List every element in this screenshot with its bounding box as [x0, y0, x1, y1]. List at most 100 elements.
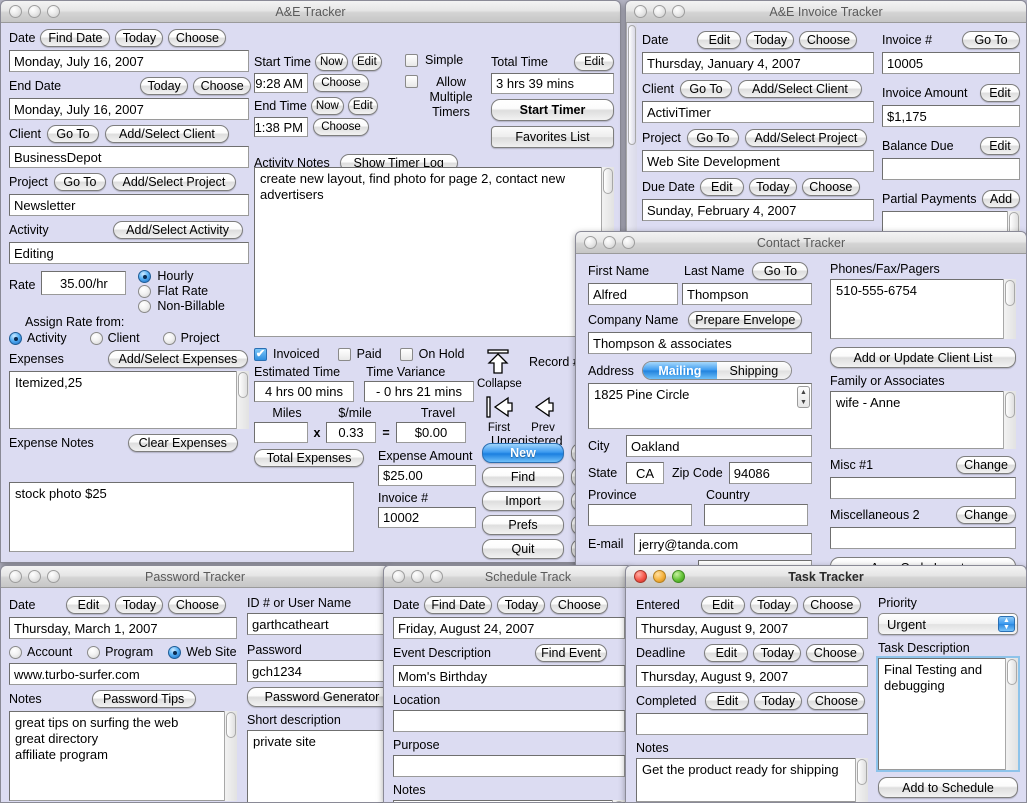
deadline-field[interactable]: Thursday, August 9, 2007 [636, 665, 868, 687]
radio-flat-rate[interactable] [138, 285, 151, 298]
short-description-field[interactable]: private site [247, 730, 390, 803]
invoice-project-goto-button[interactable]: Go To [687, 129, 739, 147]
phones-scrollbar[interactable] [1003, 279, 1016, 339]
window-task-tracker[interactable]: Task Tracker Entered Edit Today Choose T… [625, 565, 1027, 803]
add-update-client-list-button[interactable]: Add or Update Client List [830, 347, 1016, 368]
titlebar-ae-tracker[interactable]: A&E Tracker [1, 1, 620, 23]
quit-button[interactable]: Quit [482, 539, 564, 559]
invoice-project-field[interactable]: Web Site Development [642, 150, 874, 172]
radio-assign-project[interactable] [163, 332, 176, 345]
password-generator-button[interactable]: Password Generator [247, 687, 390, 707]
window-contact-tracker[interactable]: Contact Tracker First Name Last Name Go … [575, 231, 1027, 571]
rate-field[interactable]: 35.00/hr [41, 271, 126, 295]
completed-edit-button[interactable]: Edit [705, 692, 749, 710]
client-field[interactable]: BusinessDepot [9, 146, 249, 168]
phones-field[interactable]: 510-555-6754 [830, 279, 1016, 339]
today-button[interactable]: Today [115, 29, 163, 47]
task-notes-field[interactable]: Get the product ready for shipping [636, 758, 868, 802]
date-field[interactable]: Monday, July 16, 2007 [9, 50, 249, 72]
activity-notes-field[interactable]: create new layout, find photo for page 2… [254, 167, 614, 337]
titlebar-task-tracker[interactable]: Task Tracker [626, 566, 1026, 588]
entered-choose-button[interactable]: Choose [803, 596, 861, 614]
project-field[interactable]: Newsletter [9, 194, 249, 216]
checkbox-allow-multiple-timers[interactable] [405, 75, 418, 88]
choose-button[interactable]: Choose [168, 29, 226, 47]
deadline-choose-button[interactable]: Choose [806, 644, 864, 662]
entered-edit-button[interactable]: Edit [701, 596, 745, 614]
project-goto-button[interactable]: Go To [54, 173, 106, 191]
add-select-project-button[interactable]: Add/Select Project [112, 173, 236, 191]
task-notes-scrollbar[interactable] [855, 758, 868, 802]
checkbox-paid[interactable] [338, 348, 351, 361]
total-time-field[interactable]: 3 hrs 39 mins [491, 73, 614, 94]
family-scrollbar[interactable] [1003, 391, 1016, 449]
total-time-edit-button[interactable]: Edit [574, 53, 614, 71]
scrollbar-thumb[interactable] [226, 712, 236, 738]
family-associates-field[interactable]: wife - Anne [830, 391, 1016, 449]
first-record-arrow-icon[interactable] [484, 394, 514, 420]
add-to-schedule-button[interactable]: Add to Schedule [878, 777, 1018, 798]
due-date-field[interactable]: Sunday, February 4, 2007 [642, 199, 874, 221]
window-schedule-tracker[interactable]: Schedule Track Date Find Date Today Choo… [383, 565, 633, 803]
scrollbar-thumb[interactable] [1005, 392, 1015, 418]
misc1-field[interactable] [830, 477, 1016, 499]
invoice-add-select-client-button[interactable]: Add/Select Client [738, 80, 862, 98]
country-field[interactable] [704, 504, 808, 526]
invoice-date-today-button[interactable]: Today [746, 31, 794, 49]
event-description-field[interactable]: Mom's Birthday [393, 665, 625, 687]
deadline-today-button[interactable]: Today [753, 644, 801, 662]
city-field[interactable]: Oakland [626, 435, 812, 457]
tab-shipping[interactable]: Shipping [717, 362, 791, 379]
misc1-change-button[interactable]: Change [956, 456, 1016, 474]
prefs-button[interactable]: Prefs [482, 515, 564, 535]
invoice-add-select-project-button[interactable]: Add/Select Project [745, 129, 867, 147]
chevron-down-icon[interactable]: ▼ [800, 399, 807, 406]
province-field[interactable] [588, 504, 692, 526]
add-select-expenses-button[interactable]: Add/Select Expenses [108, 350, 248, 368]
due-date-edit-button[interactable]: Edit [700, 178, 744, 196]
address-stepper[interactable]: ▲▼ [797, 386, 810, 408]
per-mile-field[interactable]: 0.33 [326, 422, 376, 443]
titlebar-invoice-tracker[interactable]: A&E Invoice Tracker [626, 1, 1026, 23]
address-type-tabs[interactable]: Mailing Shipping [642, 361, 792, 380]
end-time-choose-button[interactable]: Choose [313, 118, 369, 136]
start-time-now-button[interactable]: Now [315, 53, 348, 71]
invoice-client-field[interactable]: ActiviTimer [642, 101, 874, 123]
start-timer-button[interactable]: Start Timer [491, 99, 614, 121]
sched-find-date-button[interactable]: Find Date [424, 596, 492, 614]
contact-goto-button[interactable]: Go To [752, 262, 808, 280]
state-field[interactable]: CA [626, 462, 664, 484]
window-ae-tracker[interactable]: A&E Tracker Date Find Date Today Choose … [0, 0, 621, 563]
time-variance-field[interactable]: - 0 hrs 21 mins [364, 381, 474, 402]
total-expenses-button[interactable]: Total Expenses [254, 449, 364, 467]
start-time-field[interactable]: 9:28 AM [254, 73, 308, 93]
titlebar-password-tracker[interactable]: Password Tracker [1, 566, 389, 588]
scrollbar-thumb[interactable] [628, 25, 636, 145]
checkbox-on-hold[interactable] [400, 348, 413, 361]
expense-amount-field[interactable]: $25.00 [378, 465, 476, 486]
entered-field[interactable]: Thursday, August 9, 2007 [636, 617, 868, 639]
travel-field[interactable]: $0.00 [396, 422, 466, 443]
pw-date-edit-button[interactable]: Edit [66, 596, 110, 614]
site-field[interactable]: www.turbo-surfer.com [9, 663, 237, 685]
partial-payments-add-button[interactable]: Add [982, 190, 1020, 208]
last-name-field[interactable]: Thompson [682, 283, 812, 305]
completed-today-button[interactable]: Today [754, 692, 802, 710]
sched-choose-button[interactable]: Choose [550, 596, 608, 614]
radio-web-site[interactable] [168, 646, 181, 659]
prepare-envelope-button[interactable]: Prepare Envelope [688, 311, 802, 329]
add-select-activity-button[interactable]: Add/Select Activity [113, 221, 243, 239]
tab-mailing[interactable]: Mailing [643, 362, 717, 379]
end-time-edit-button[interactable]: Edit [348, 97, 378, 115]
purpose-field[interactable] [393, 755, 625, 777]
pw-notes-field[interactable]: great tips on surfing the web great dire… [9, 711, 237, 801]
due-date-today-button[interactable]: Today [749, 178, 797, 196]
scrollbar-thumb[interactable] [1007, 659, 1017, 685]
end-date-field[interactable]: Monday, July 16, 2007 [9, 98, 249, 120]
radio-non-billable[interactable] [138, 300, 151, 313]
radio-hourly[interactable] [138, 270, 151, 283]
completed-field[interactable] [636, 713, 868, 735]
pw-date-today-button[interactable]: Today [115, 596, 163, 614]
invoice-amount-field[interactable]: $1,175 [882, 105, 1020, 127]
scrollbar-thumb[interactable] [1005, 280, 1015, 306]
